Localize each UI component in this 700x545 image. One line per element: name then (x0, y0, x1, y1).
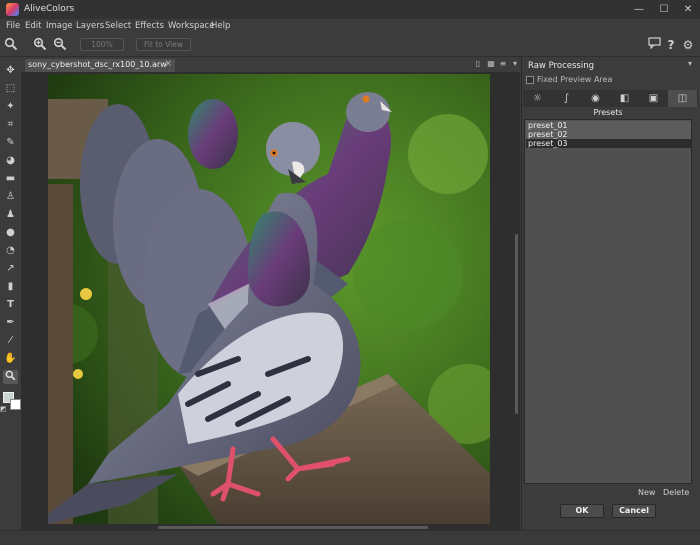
menu-effects[interactable]: Effects (135, 21, 164, 31)
tab-curves-icon[interactable]: ∫ (552, 90, 581, 107)
fixed-preview-checkbox[interactable] (526, 76, 534, 84)
status-bar (0, 530, 700, 545)
menu-workspace[interactable]: Workspace (168, 21, 214, 31)
raw-panel-tabs: ☼ ∫ ◉ ◧ ▣ ◫ (523, 90, 698, 107)
preset-item[interactable]: preset_02 (526, 130, 691, 139)
fit-to-view-button[interactable]: Fit to View (136, 38, 191, 51)
app-logo-icon (6, 3, 19, 16)
zoom-tool-icon[interactable] (3, 37, 19, 53)
tab-exposure-icon[interactable]: ☼ (523, 90, 552, 107)
gear-icon[interactable]: ⚙ (680, 37, 696, 53)
tab-presets-icon[interactable]: ◫ (668, 90, 697, 107)
vertical-scrollbar[interactable] (514, 74, 519, 526)
help-icon[interactable]: ? (663, 37, 679, 53)
dodge-tool-icon[interactable]: ◔ (3, 244, 18, 258)
fixed-preview-label: Fixed Preview Area (537, 75, 613, 84)
menu-image[interactable]: Image (46, 21, 73, 31)
crop-tool-icon[interactable]: ⌗ (3, 118, 18, 132)
new-document-icon[interactable]: ▯ (473, 59, 483, 70)
ok-button[interactable]: OK (560, 504, 604, 518)
text-tool-icon[interactable]: T (3, 298, 18, 312)
smudge-tool-icon[interactable]: ↗ (3, 262, 18, 276)
zoom-tool-active-icon[interactable] (3, 370, 18, 384)
panel-dropdown-icon[interactable]: ▾ (688, 59, 692, 68)
document-tab[interactable]: sony_cybershot_dsc_rx100_10.arw × (25, 59, 175, 72)
presets-header: Presets (593, 108, 623, 117)
title-bar: AliveColors — ☐ ✕ (0, 0, 700, 19)
panel-menu-icon[interactable]: ▾ (510, 59, 520, 70)
app-title: AliveColors (24, 4, 75, 14)
maximize-button[interactable]: ☐ (653, 2, 675, 17)
raw-panel-header: Raw Processing ▾ (522, 59, 698, 73)
brush-tool-icon[interactable]: ✎ (3, 136, 18, 150)
vertical-scroll-thumb[interactable] (515, 234, 518, 414)
panel-list-icon[interactable]: ≡ (498, 59, 508, 70)
horizontal-scroll-thumb[interactable] (158, 526, 428, 529)
new-preset-button[interactable]: New (638, 488, 655, 497)
menu-select[interactable]: Select (105, 21, 131, 31)
raw-panel-title: Raw Processing (528, 61, 594, 71)
zoom-100-button[interactable]: 100% (80, 38, 124, 51)
image-canvas[interactable] (48, 74, 490, 524)
reset-colors-icon[interactable]: ◩ (0, 405, 7, 413)
tab-eye-icon[interactable]: ◉ (581, 90, 610, 107)
tools-panel: ✥ ⬚ ✦ ⌗ ✎ ◕ ▬ ♙ ♟ ● ◔ ↗ ▮ T ✒ ⁄ ✋ ◩ (0, 57, 21, 530)
grid-view-icon[interactable]: ▦ (486, 59, 496, 70)
top-toolbar: 100% Fit to View ? ⚙ (0, 33, 700, 57)
presets-list[interactable]: preset_01 preset_02 preset_03 (524, 119, 692, 484)
delete-preset-button[interactable]: Delete (663, 488, 689, 497)
menu-bar: File Edit Image Layers Select Effects Wo… (0, 19, 700, 33)
move-tool-icon[interactable]: ✥ (3, 64, 18, 78)
close-tab-icon[interactable]: × (164, 59, 172, 69)
minimize-button[interactable]: — (628, 2, 650, 17)
preset-item-selected[interactable]: preset_03 (526, 139, 691, 148)
cancel-button[interactable]: Cancel (612, 504, 656, 518)
menu-layers[interactable]: Layers (76, 21, 104, 31)
zoom-in-icon[interactable] (32, 37, 48, 53)
zoom-out-icon[interactable] (52, 37, 68, 53)
eyedropper-tool-icon[interactable]: ⁄ (3, 334, 18, 348)
hand-tool-icon[interactable]: ✋ (3, 352, 18, 366)
menu-help[interactable]: Help (211, 21, 230, 31)
tab-camera-icon[interactable]: ▣ (639, 90, 668, 107)
clone-tool-icon[interactable]: ♟ (3, 208, 18, 222)
pigeons-photo (48, 74, 490, 524)
eraser-tool-icon[interactable]: ▬ (3, 172, 18, 186)
pen-tool-icon[interactable]: ✒ (3, 316, 18, 330)
close-window-button[interactable]: ✕ (677, 2, 699, 17)
document-tab-label: sony_cybershot_dsc_rx100_10.arw (28, 60, 167, 69)
background-color-swatch[interactable] (10, 399, 21, 410)
tab-split-icon[interactable]: ◧ (610, 90, 639, 107)
magic-wand-icon[interactable]: ✦ (3, 100, 18, 114)
stamp-tool-icon[interactable]: ♙ (3, 190, 18, 204)
color-replace-icon[interactable]: ◕ (3, 154, 18, 168)
menu-edit[interactable]: Edit (25, 21, 41, 31)
menu-file[interactable]: File (6, 21, 20, 31)
preset-item[interactable]: preset_01 (526, 121, 691, 130)
selection-tool-icon[interactable]: ⬚ (3, 82, 18, 96)
blur-tool-icon[interactable]: ● (3, 226, 18, 240)
chat-icon[interactable] (646, 37, 662, 53)
fill-tool-icon[interactable]: ▮ (3, 280, 18, 294)
